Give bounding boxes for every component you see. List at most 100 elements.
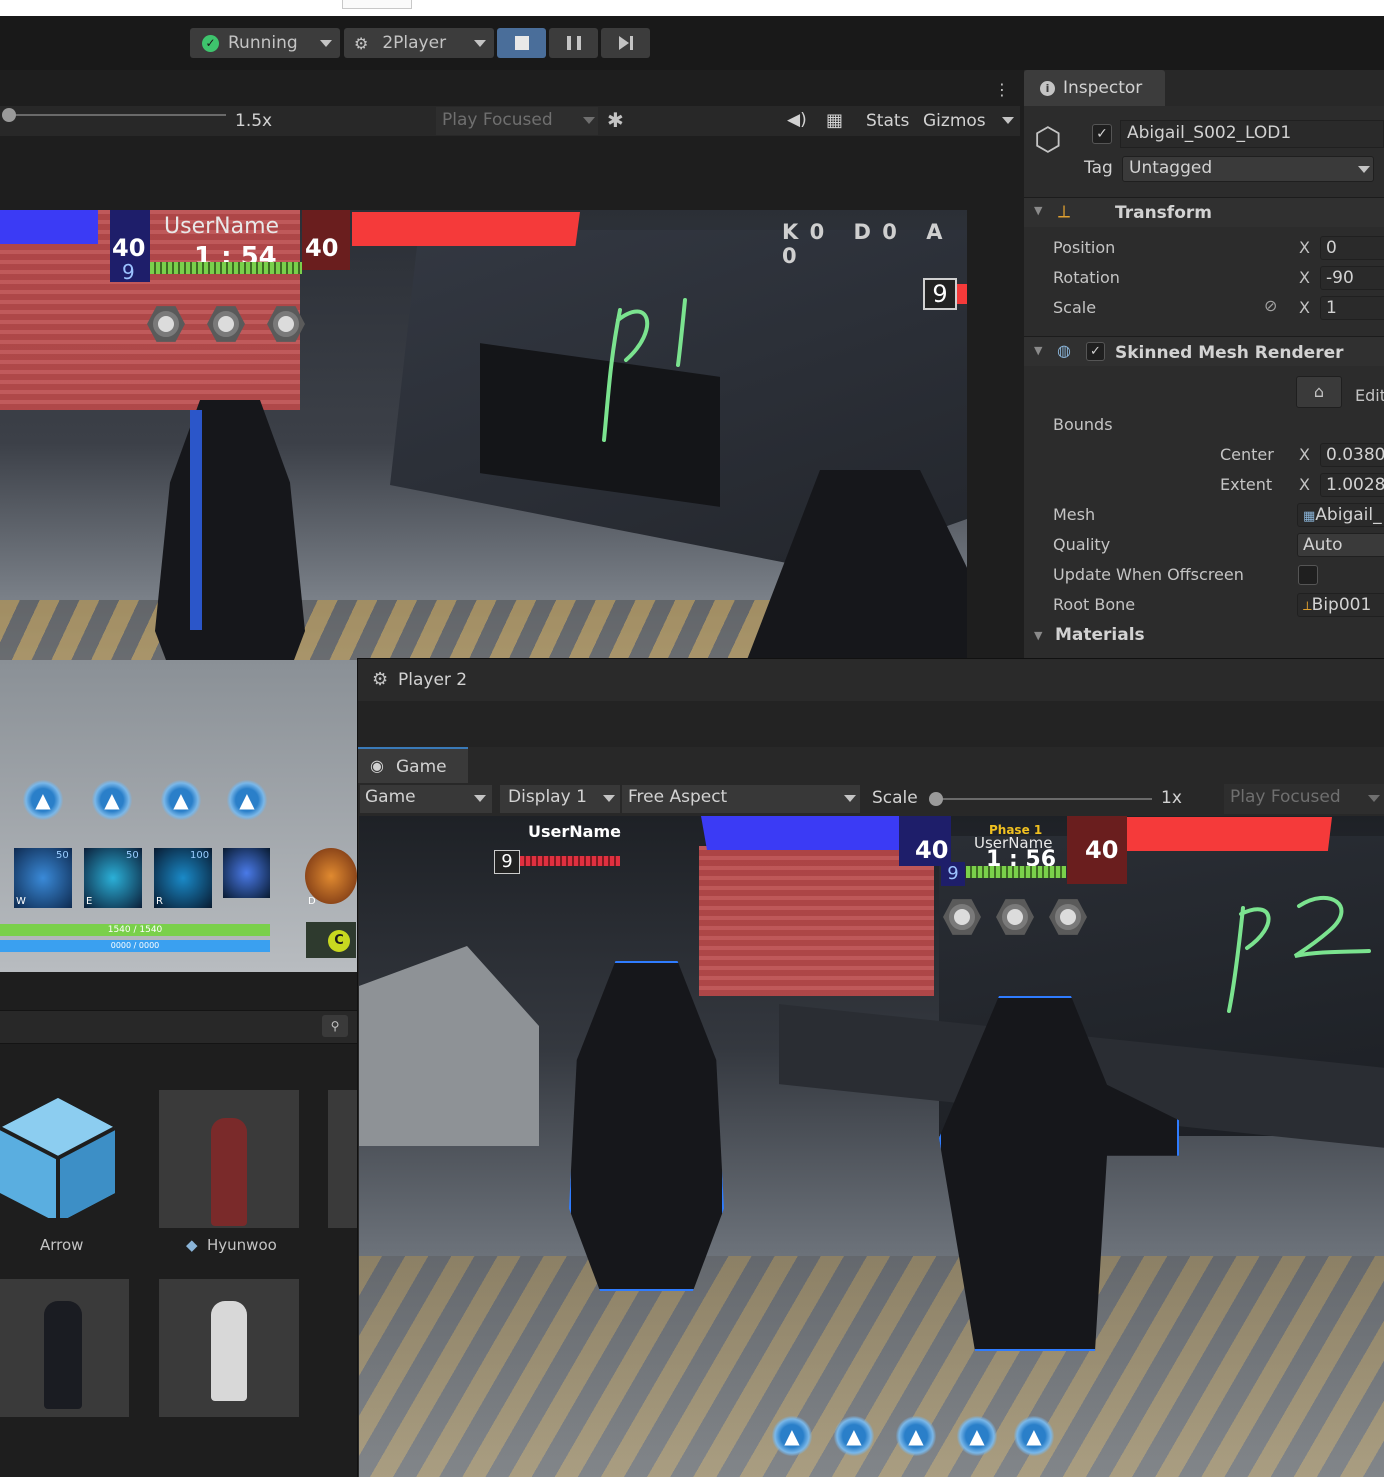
- player-2-title: Player 2: [398, 670, 468, 690]
- play-toolbar: ✓ Running ⚙ 2Player: [0, 16, 1384, 70]
- play-status-label: Running: [228, 33, 298, 53]
- hp-bar: 1540 / 1540: [0, 924, 270, 936]
- mp-text: 0000 / 0000: [110, 941, 160, 950]
- left-lower-panel: ▲ ▲ ▲ ▲ 50 W 50 E 100 R D 1540 / 1540 00…: [0, 660, 357, 1477]
- zoom-slider-track[interactable]: [8, 114, 226, 116]
- search-icon[interactable]: ⚲: [322, 1015, 348, 1037]
- inspector-tab[interactable]: i Inspector: [1024, 70, 1165, 106]
- position-x-value: 0: [1326, 238, 1337, 258]
- update-offscreen-checkbox[interactable]: [1298, 565, 1318, 585]
- ability-slot-icon[interactable]: ▲: [834, 1416, 874, 1456]
- collapse-arrow-icon[interactable]: ▼: [1034, 204, 1042, 217]
- rotation-label: Rotation: [1053, 268, 1120, 287]
- pause-button[interactable]: [549, 28, 598, 58]
- ability-slot-icon[interactable]: ▲: [1014, 1416, 1054, 1456]
- game-scene-2[interactable]: UserName 9 40 Phase 1 UserName 1 : 56 9 …: [359, 816, 1384, 1477]
- collapse-arrow-icon[interactable]: ▼: [1034, 629, 1042, 642]
- game-scene-1[interactable]: 40 9 UserName 1 : 54 40 K 0 D 0 A 0 9: [0, 210, 967, 728]
- stats-button[interactable]: Stats: [866, 111, 909, 131]
- display-dropdown[interactable]: Display 1: [500, 785, 620, 813]
- audio-icon[interactable]: ◀): [787, 110, 807, 130]
- center-x-field[interactable]: 0.0380: [1320, 443, 1384, 467]
- bone-icon: ⟂: [1303, 599, 1312, 614]
- game-tab[interactable]: ◉ Game: [358, 747, 468, 783]
- prefab-cube-icon: [0, 1098, 116, 1223]
- rotation-x-field[interactable]: -90: [1320, 266, 1384, 290]
- scale-slider-track[interactable]: [934, 798, 1152, 800]
- blue-score: 40: [915, 836, 949, 864]
- skill-passive-icon[interactable]: [223, 848, 270, 898]
- scenario-label: 2Player: [382, 33, 447, 53]
- asset-tile-hyunwoo[interactable]: [159, 1090, 299, 1228]
- axis-x-label: X: [1299, 475, 1310, 494]
- edit-bounds-button[interactable]: ⌂: [1296, 376, 1342, 408]
- object-name: Abigail_S002_LOD1: [1127, 123, 1292, 143]
- scenario-dropdown[interactable]: ⚙ 2Player: [344, 28, 494, 58]
- aspect-dropdown[interactable]: Free Aspect: [622, 785, 860, 813]
- enemy-level: 9: [932, 280, 948, 308]
- player-level: 9: [947, 863, 959, 884]
- bug-icon[interactable]: ✱: [607, 108, 624, 132]
- scale-slider-handle[interactable]: [929, 792, 943, 806]
- chevron-down-icon[interactable]: [1002, 117, 1014, 124]
- player-2-toolbar-area: [358, 701, 1384, 747]
- enemy-health-sliver: [957, 284, 967, 304]
- assist-count: 0: [782, 244, 799, 268]
- asset-tile[interactable]: [0, 1088, 130, 1228]
- tag-dropdown[interactable]: Untagged: [1122, 156, 1374, 182]
- game-view-dropdown[interactable]: Game: [360, 785, 492, 813]
- chevron-down-icon: [583, 117, 595, 124]
- object-name-field[interactable]: Abigail_S002_LOD1: [1120, 120, 1384, 148]
- top-tab-chip[interactable]: [342, 0, 412, 9]
- play-focused-dropdown[interactable]: Play Focused: [1224, 784, 1384, 814]
- ability-slot-icon[interactable]: ▲: [161, 780, 201, 820]
- hud-username: UserName: [164, 214, 280, 239]
- red-team-bar: [1127, 817, 1332, 851]
- coin-icon[interactable]: C: [328, 930, 350, 952]
- play-status-dropdown[interactable]: ✓ Running: [190, 28, 340, 58]
- ability-slot-icon[interactable]: ▲: [772, 1416, 812, 1456]
- tag-value: Untagged: [1129, 158, 1213, 178]
- scale-x-field[interactable]: 1: [1320, 296, 1384, 320]
- asset-tile[interactable]: [0, 1279, 129, 1417]
- root-bone-value: Bip001: [1311, 595, 1372, 615]
- ability-slot-icon[interactable]: ▲: [227, 780, 267, 820]
- quality-dropdown[interactable]: Auto: [1297, 533, 1384, 557]
- inspector-tab-label: Inspector: [1063, 78, 1143, 98]
- tag-label: Tag: [1084, 158, 1113, 178]
- constrain-link-icon[interactable]: ⊘: [1264, 296, 1277, 315]
- mesh-field[interactable]: ▦Abigail_: [1297, 503, 1384, 527]
- ability-slot-icon[interactable]: ▲: [92, 780, 132, 820]
- axis-x-label: X: [1299, 238, 1310, 257]
- hud-exp-bar: [150, 262, 302, 274]
- mesh-grid-icon: ▦: [1303, 509, 1316, 524]
- multiplayer-icon: ⚙: [354, 33, 369, 53]
- step-bar: [629, 36, 633, 50]
- mesh-label: Mesh: [1053, 505, 1096, 524]
- ability-slot-icon[interactable]: ▲: [896, 1416, 936, 1456]
- keyboard-icon[interactable]: ▦: [826, 110, 843, 131]
- position-x-field[interactable]: 0: [1320, 236, 1384, 260]
- materials-label: Materials: [1055, 625, 1145, 645]
- chevron-down-icon: [1368, 795, 1380, 802]
- active-checkbox[interactable]: ✓: [1092, 124, 1112, 144]
- player-2-titlebar[interactable]: [358, 659, 1384, 701]
- zoom-slider-handle[interactable]: [2, 108, 16, 122]
- root-bone-field[interactable]: ⟂Bip001: [1297, 593, 1384, 617]
- ability-slot-icon[interactable]: ▲: [23, 780, 63, 820]
- step-button[interactable]: [601, 28, 650, 58]
- extent-x-field[interactable]: 1.0028: [1320, 473, 1384, 497]
- component-enabled-checkbox[interactable]: ✓: [1086, 342, 1105, 361]
- collapse-arrow-icon[interactable]: ▼: [1034, 344, 1042, 357]
- ability-slot-icon[interactable]: ▲: [957, 1416, 997, 1456]
- display-label: Display 1: [508, 787, 587, 807]
- more-options-icon[interactable]: ⋮: [994, 80, 1010, 99]
- gizmos-button[interactable]: Gizmos: [923, 111, 986, 131]
- asset-tile[interactable]: [159, 1279, 299, 1417]
- transform-title: Transform: [1115, 203, 1212, 223]
- asset-tile-partial[interactable]: [328, 1090, 357, 1228]
- skill-r-key: R: [156, 896, 163, 907]
- stop-button[interactable]: [497, 28, 546, 58]
- play-focused-dropdown[interactable]: Play Focused: [436, 107, 598, 135]
- blue-score: 40: [112, 234, 146, 262]
